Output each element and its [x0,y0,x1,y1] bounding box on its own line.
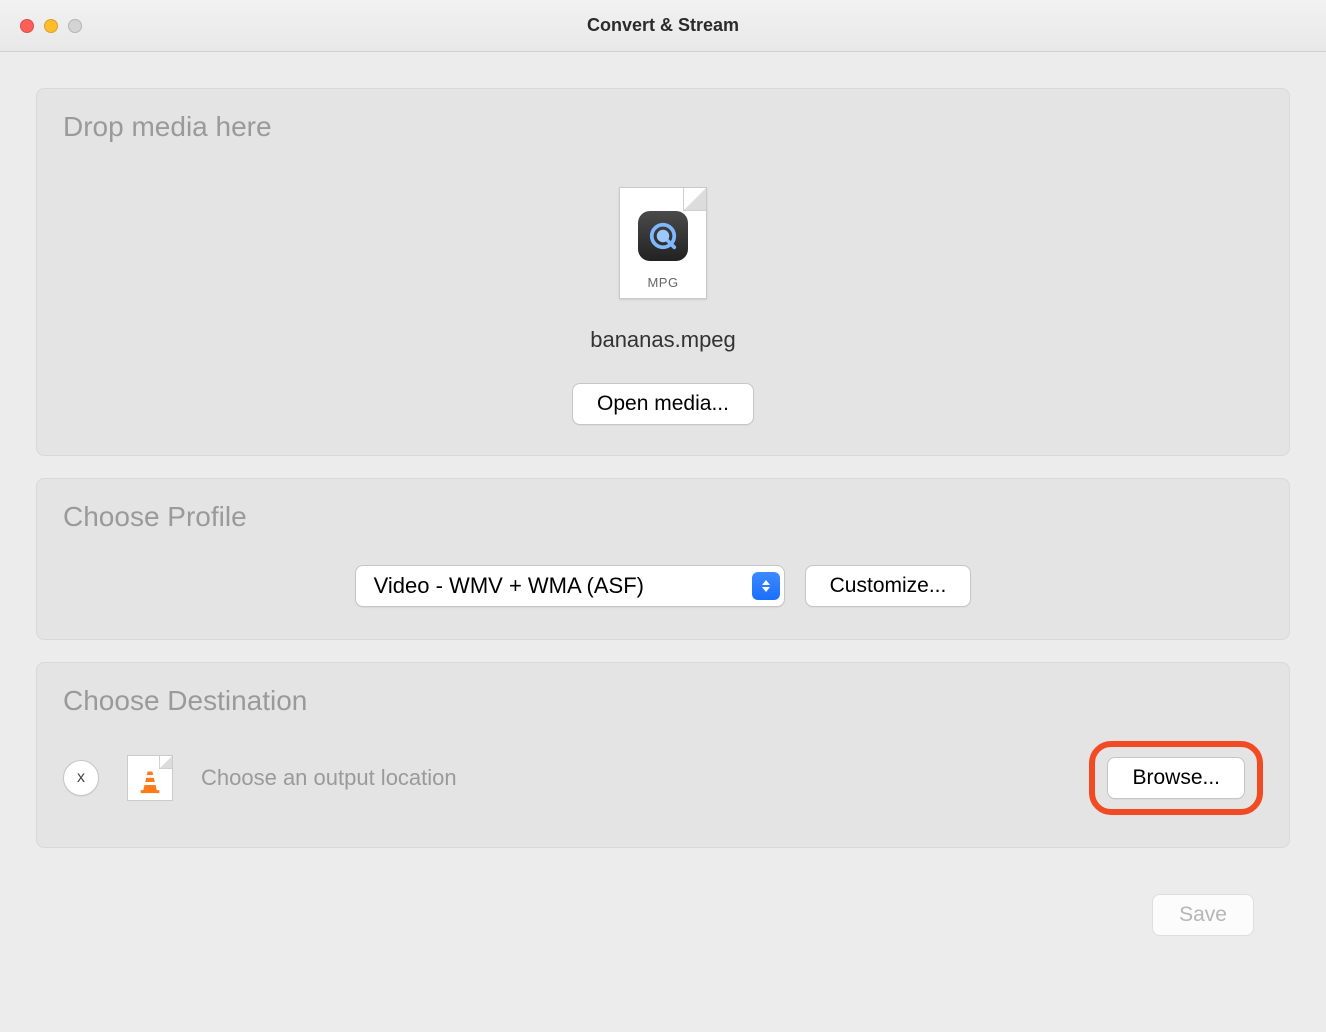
open-media-button[interactable]: Open media... [572,383,754,425]
profile-select[interactable]: Video - WMV + WMA (ASF) [355,565,785,607]
destination-row: x Choose an output location Browse... [63,721,1263,825]
choose-profile-heading: Choose Profile [63,501,1263,533]
titlebar: Convert & Stream [0,0,1326,52]
minimize-window-icon[interactable] [44,19,58,33]
window-controls [20,19,82,33]
drop-area[interactable]: MPG bananas.mpeg Open media... [63,147,1263,433]
main-content: Drop media here MPG bananas.mpeg Open me… [0,52,1326,972]
customize-profile-button[interactable]: Customize... [805,565,972,607]
drop-media-heading: Drop media here [63,111,1263,143]
destination-hint: Choose an output location [201,765,1061,791]
window-title: Convert & Stream [0,15,1326,36]
clear-destination-button[interactable]: x [63,760,99,796]
browse-highlight: Browse... [1089,741,1263,815]
drop-media-panel[interactable]: Drop media here MPG bananas.mpeg Open me… [36,88,1290,456]
choose-profile-panel: Choose Profile Video - WMV + WMA (ASF) C… [36,478,1290,640]
quicktime-icon [638,211,688,261]
file-name-label: bananas.mpeg [590,327,736,353]
vlc-cone-icon [127,755,173,801]
choose-destination-panel: Choose Destination x Choose an output lo… [36,662,1290,848]
choose-destination-heading: Choose Destination [63,685,1263,717]
footer: Save [36,870,1290,936]
profile-row: Video - WMV + WMA (ASF) Customize... [63,537,1263,617]
file-ext-label: MPG [647,275,678,290]
close-window-icon[interactable] [20,19,34,33]
select-chevrons-icon[interactable] [752,572,780,600]
media-file-icon: MPG [619,187,707,299]
zoom-window-icon [68,19,82,33]
profile-select-value[interactable]: Video - WMV + WMA (ASF) [355,565,785,607]
browse-destination-button[interactable]: Browse... [1107,757,1245,799]
save-button: Save [1152,894,1254,936]
